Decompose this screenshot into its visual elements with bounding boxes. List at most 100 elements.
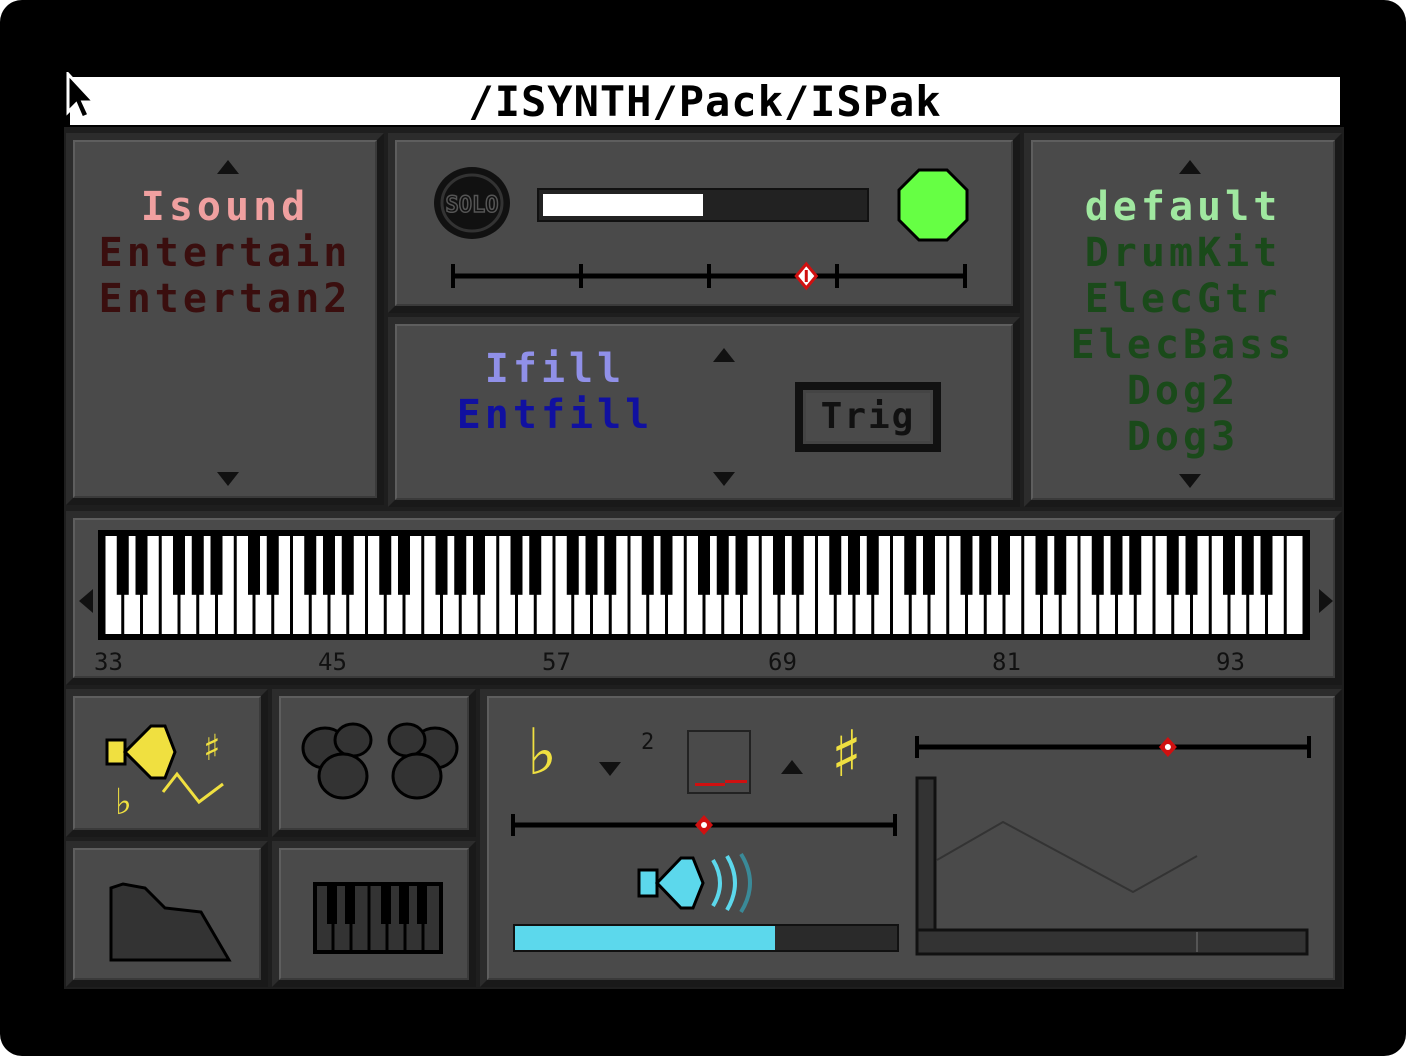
trig-button[interactable]: Trig	[795, 382, 941, 452]
transpose-down-icon[interactable]	[595, 758, 625, 778]
black-key[interactable]	[529, 536, 542, 595]
screen: /ISYNTH/Pack/ISPak Isound Entertain Ente…	[0, 0, 1406, 1056]
scroll-up-icon[interactable]	[1175, 158, 1205, 178]
black-key[interactable]	[960, 536, 973, 595]
black-key[interactable]	[998, 536, 1010, 595]
solo-panel: SOLO	[388, 133, 1020, 313]
instrument-item[interactable]: Entertain	[73, 230, 377, 276]
pattern-item[interactable]: DrumKit	[1031, 230, 1335, 276]
pattern-item[interactable]: default	[1031, 184, 1335, 230]
black-key[interactable]	[848, 536, 860, 595]
black-key[interactable]	[454, 536, 467, 595]
instrument-item[interactable]: Entertan2	[73, 276, 377, 322]
black-key[interactable]	[698, 536, 710, 595]
keyboard-view-button[interactable]	[272, 841, 476, 987]
fill-panel: Ifill Entfill Trig	[388, 317, 1020, 507]
pattern-item[interactable]: Dog3	[1031, 414, 1335, 460]
black-key[interactable]	[1129, 536, 1142, 595]
drums-button[interactable]	[272, 689, 476, 837]
black-key[interactable]	[116, 536, 129, 595]
black-key[interactable]	[1223, 536, 1235, 595]
pattern-item[interactable]: Dog2	[1031, 368, 1335, 414]
fill-list: Ifill Entfill	[435, 346, 675, 438]
black-key[interactable]	[866, 536, 879, 595]
black-key[interactable]	[1035, 536, 1048, 595]
black-key[interactable]	[1110, 536, 1123, 595]
black-key[interactable]	[304, 536, 317, 595]
speaker-volume-icon	[637, 852, 752, 914]
black-key[interactable]	[1166, 536, 1179, 595]
pattern-item[interactable]: ElecGtr	[1031, 276, 1335, 322]
black-key[interactable]	[979, 536, 992, 595]
black-key[interactable]	[1091, 536, 1104, 595]
scroll-up-icon[interactable]	[709, 346, 739, 366]
note-label: 81	[992, 648, 1021, 676]
black-key[interactable]	[585, 536, 598, 595]
black-key[interactable]	[773, 536, 785, 595]
note-label: 57	[542, 648, 571, 676]
trig-label: Trig	[820, 396, 916, 437]
black-key[interactable]	[473, 536, 485, 595]
black-key[interactable]	[341, 536, 354, 595]
white-key[interactable]	[1286, 536, 1303, 634]
black-key[interactable]	[210, 536, 223, 595]
slider-thumb[interactable]	[695, 815, 713, 835]
black-key[interactable]	[829, 536, 842, 595]
black-key[interactable]	[641, 536, 654, 595]
solo-button[interactable]: SOLO	[431, 164, 513, 242]
black-key[interactable]	[510, 536, 523, 595]
black-key[interactable]	[1241, 536, 1254, 595]
transpose-display	[687, 730, 751, 794]
black-key[interactable]	[266, 536, 279, 595]
black-key[interactable]	[1260, 536, 1273, 595]
slider-thumb[interactable]	[794, 261, 819, 291]
black-key[interactable]	[191, 536, 204, 595]
scroll-down-icon[interactable]	[213, 468, 243, 488]
black-key[interactable]	[173, 536, 185, 595]
scroll-down-icon[interactable]	[1175, 470, 1205, 490]
note-label: 69	[768, 648, 797, 676]
flat-button[interactable]: ♭	[527, 718, 557, 788]
black-key[interactable]	[791, 536, 804, 595]
envelope-rate-slider[interactable]	[913, 732, 1313, 762]
transpose-slider[interactable]	[509, 810, 899, 840]
note-label: 45	[318, 648, 347, 676]
black-key[interactable]	[604, 536, 617, 595]
fill-item[interactable]: Entfill	[435, 392, 675, 438]
volume-bar[interactable]	[513, 924, 899, 952]
black-key[interactable]	[248, 536, 260, 595]
scroll-down-icon[interactable]	[709, 468, 739, 488]
envelope-button[interactable]	[66, 841, 268, 987]
black-key[interactable]	[735, 536, 748, 595]
scroll-left-icon[interactable]	[77, 586, 97, 616]
instrument-item[interactable]: Isound	[73, 184, 377, 230]
note-label: 93	[1216, 648, 1245, 676]
position-slider[interactable]	[435, 256, 975, 296]
transpose-up-icon[interactable]	[777, 758, 807, 778]
title-bar[interactable]: /ISYNTH/Pack/ISPak	[70, 77, 1340, 126]
solo-volume-bar[interactable]	[537, 188, 869, 222]
scroll-right-icon[interactable]	[1315, 586, 1335, 616]
black-key[interactable]	[566, 536, 579, 595]
scroll-up-icon[interactable]	[213, 158, 243, 178]
black-key[interactable]	[660, 536, 673, 595]
black-key[interactable]	[1185, 536, 1198, 595]
sharp-button[interactable]: ♯	[831, 720, 862, 790]
sound-settings-button[interactable]: ♯ ♭	[66, 689, 268, 837]
svg-text:♭: ♭	[115, 782, 132, 823]
pattern-item[interactable]: ElecBass	[1031, 322, 1335, 368]
black-key[interactable]	[904, 536, 917, 595]
black-key[interactable]	[1054, 536, 1067, 595]
piano-keyboard[interactable]	[98, 530, 1310, 640]
black-key[interactable]	[716, 536, 729, 595]
black-key[interactable]	[435, 536, 448, 595]
black-key[interactable]	[323, 536, 335, 595]
drum-pads-icon	[301, 722, 459, 800]
fill-item[interactable]: Ifill	[435, 346, 675, 392]
black-key[interactable]	[379, 536, 392, 595]
black-key[interactable]	[398, 536, 410, 595]
slider-thumb[interactable]	[1158, 737, 1177, 757]
black-key[interactable]	[923, 536, 935, 595]
black-key[interactable]	[135, 536, 148, 595]
control-panel: ♭ 2 ♯	[480, 689, 1342, 987]
